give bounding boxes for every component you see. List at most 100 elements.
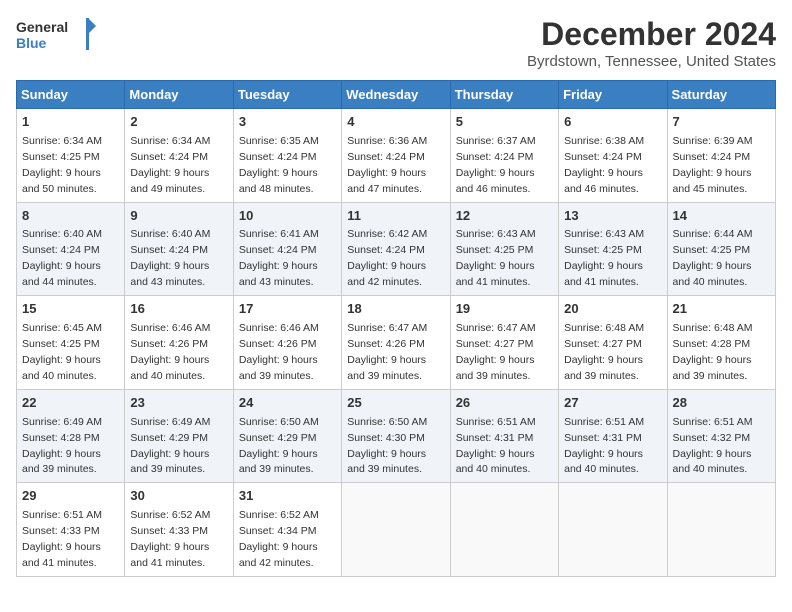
cell-daylight: Daylight: 9 hoursand 47 minutes.: [347, 167, 426, 195]
calendar-cell: 2 Sunrise: 6:34 AM Sunset: 4:24 PM Dayli…: [125, 109, 233, 203]
day-number: 1: [22, 113, 119, 132]
day-number: 6: [564, 113, 661, 132]
calendar-week-1: 1 Sunrise: 6:34 AM Sunset: 4:25 PM Dayli…: [17, 109, 776, 203]
day-number: 5: [456, 113, 553, 132]
cell-daylight: Daylight: 9 hoursand 41 minutes.: [130, 541, 209, 569]
day-number: 27: [564, 394, 661, 413]
cell-sunrise: Sunrise: 6:44 AM: [673, 228, 753, 240]
cell-sunrise: Sunrise: 6:51 AM: [564, 416, 644, 428]
calendar-cell: 22 Sunrise: 6:49 AM Sunset: 4:28 PM Dayl…: [17, 389, 125, 483]
calendar-cell: 29 Sunrise: 6:51 AM Sunset: 4:33 PM Dayl…: [17, 483, 125, 577]
cell-sunset: Sunset: 4:25 PM: [22, 151, 100, 163]
cell-sunrise: Sunrise: 6:46 AM: [239, 322, 319, 334]
cell-sunrise: Sunrise: 6:50 AM: [347, 416, 427, 428]
calendar-cell: 11 Sunrise: 6:42 AM Sunset: 4:24 PM Dayl…: [342, 202, 450, 296]
cell-sunset: Sunset: 4:28 PM: [673, 338, 751, 350]
col-tuesday: Tuesday: [233, 81, 341, 109]
cell-sunrise: Sunrise: 6:41 AM: [239, 228, 319, 240]
cell-sunset: Sunset: 4:34 PM: [239, 525, 317, 537]
cell-sunset: Sunset: 4:26 PM: [239, 338, 317, 350]
cell-sunset: Sunset: 4:24 PM: [22, 244, 100, 256]
calendar-cell: [559, 483, 667, 577]
col-sunday: Sunday: [17, 81, 125, 109]
cell-daylight: Daylight: 9 hoursand 39 minutes.: [564, 354, 643, 382]
day-number: 10: [239, 207, 336, 226]
cell-sunrise: Sunrise: 6:49 AM: [22, 416, 102, 428]
header: General Blue December 2024 Byrdstown, Te…: [16, 16, 776, 70]
day-number: 21: [673, 300, 770, 319]
cell-sunset: Sunset: 4:26 PM: [130, 338, 208, 350]
svg-text:Blue: Blue: [16, 35, 47, 51]
calendar-cell: 6 Sunrise: 6:38 AM Sunset: 4:24 PM Dayli…: [559, 109, 667, 203]
cell-sunset: Sunset: 4:25 PM: [456, 244, 534, 256]
calendar-cell: [667, 483, 775, 577]
calendar-cell: 24 Sunrise: 6:50 AM Sunset: 4:29 PM Dayl…: [233, 389, 341, 483]
cell-daylight: Daylight: 9 hoursand 43 minutes.: [239, 260, 318, 288]
calendar-cell: 10 Sunrise: 6:41 AM Sunset: 4:24 PM Dayl…: [233, 202, 341, 296]
calendar-cell: 18 Sunrise: 6:47 AM Sunset: 4:26 PM Dayl…: [342, 296, 450, 390]
cell-daylight: Daylight: 9 hoursand 39 minutes.: [456, 354, 535, 382]
cell-sunset: Sunset: 4:31 PM: [564, 432, 642, 444]
cell-sunset: Sunset: 4:24 PM: [347, 244, 425, 256]
day-number: 22: [22, 394, 119, 413]
logo-svg: General Blue: [16, 16, 96, 56]
calendar-cell: 16 Sunrise: 6:46 AM Sunset: 4:26 PM Dayl…: [125, 296, 233, 390]
cell-daylight: Daylight: 9 hoursand 39 minutes.: [239, 448, 318, 476]
cell-sunrise: Sunrise: 6:45 AM: [22, 322, 102, 334]
cell-sunrise: Sunrise: 6:40 AM: [130, 228, 210, 240]
day-number: 26: [456, 394, 553, 413]
cell-sunset: Sunset: 4:24 PM: [347, 151, 425, 163]
cell-sunrise: Sunrise: 6:47 AM: [347, 322, 427, 334]
cell-daylight: Daylight: 9 hoursand 41 minutes.: [22, 541, 101, 569]
cell-sunset: Sunset: 4:25 PM: [22, 338, 100, 350]
cell-sunset: Sunset: 4:28 PM: [22, 432, 100, 444]
header-row: Sunday Monday Tuesday Wednesday Thursday…: [17, 81, 776, 109]
cell-sunrise: Sunrise: 6:51 AM: [22, 509, 102, 521]
day-number: 20: [564, 300, 661, 319]
calendar-cell: 9 Sunrise: 6:40 AM Sunset: 4:24 PM Dayli…: [125, 202, 233, 296]
cell-daylight: Daylight: 9 hoursand 46 minutes.: [564, 167, 643, 195]
cell-daylight: Daylight: 9 hoursand 40 minutes.: [130, 354, 209, 382]
day-number: 23: [130, 394, 227, 413]
cell-sunset: Sunset: 4:26 PM: [347, 338, 425, 350]
cell-sunrise: Sunrise: 6:51 AM: [673, 416, 753, 428]
cell-daylight: Daylight: 9 hoursand 40 minutes.: [22, 354, 101, 382]
calendar-week-2: 8 Sunrise: 6:40 AM Sunset: 4:24 PM Dayli…: [17, 202, 776, 296]
day-number: 2: [130, 113, 227, 132]
calendar-cell: 7 Sunrise: 6:39 AM Sunset: 4:24 PM Dayli…: [667, 109, 775, 203]
col-saturday: Saturday: [667, 81, 775, 109]
calendar: Sunday Monday Tuesday Wednesday Thursday…: [16, 80, 776, 577]
cell-daylight: Daylight: 9 hoursand 40 minutes.: [673, 260, 752, 288]
calendar-cell: 25 Sunrise: 6:50 AM Sunset: 4:30 PM Dayl…: [342, 389, 450, 483]
day-number: 28: [673, 394, 770, 413]
col-monday: Monday: [125, 81, 233, 109]
cell-daylight: Daylight: 9 hoursand 41 minutes.: [456, 260, 535, 288]
day-number: 24: [239, 394, 336, 413]
calendar-cell: 27 Sunrise: 6:51 AM Sunset: 4:31 PM Dayl…: [559, 389, 667, 483]
col-wednesday: Wednesday: [342, 81, 450, 109]
cell-daylight: Daylight: 9 hoursand 39 minutes.: [347, 354, 426, 382]
col-friday: Friday: [559, 81, 667, 109]
cell-daylight: Daylight: 9 hoursand 41 minutes.: [564, 260, 643, 288]
cell-daylight: Daylight: 9 hoursand 39 minutes.: [347, 448, 426, 476]
cell-sunset: Sunset: 4:24 PM: [130, 151, 208, 163]
cell-sunrise: Sunrise: 6:46 AM: [130, 322, 210, 334]
day-number: 18: [347, 300, 444, 319]
col-thursday: Thursday: [450, 81, 558, 109]
day-number: 3: [239, 113, 336, 132]
cell-daylight: Daylight: 9 hoursand 45 minutes.: [673, 167, 752, 195]
calendar-cell: 4 Sunrise: 6:36 AM Sunset: 4:24 PM Dayli…: [342, 109, 450, 203]
cell-sunset: Sunset: 4:24 PM: [673, 151, 751, 163]
cell-sunrise: Sunrise: 6:36 AM: [347, 135, 427, 147]
calendar-week-5: 29 Sunrise: 6:51 AM Sunset: 4:33 PM Dayl…: [17, 483, 776, 577]
calendar-cell: 13 Sunrise: 6:43 AM Sunset: 4:25 PM Dayl…: [559, 202, 667, 296]
cell-daylight: Daylight: 9 hoursand 40 minutes.: [564, 448, 643, 476]
calendar-cell: 28 Sunrise: 6:51 AM Sunset: 4:32 PM Dayl…: [667, 389, 775, 483]
cell-sunset: Sunset: 4:27 PM: [456, 338, 534, 350]
cell-daylight: Daylight: 9 hoursand 50 minutes.: [22, 167, 101, 195]
day-number: 19: [456, 300, 553, 319]
calendar-cell: 19 Sunrise: 6:47 AM Sunset: 4:27 PM Dayl…: [450, 296, 558, 390]
cell-sunrise: Sunrise: 6:50 AM: [239, 416, 319, 428]
cell-daylight: Daylight: 9 hoursand 44 minutes.: [22, 260, 101, 288]
cell-sunrise: Sunrise: 6:49 AM: [130, 416, 210, 428]
